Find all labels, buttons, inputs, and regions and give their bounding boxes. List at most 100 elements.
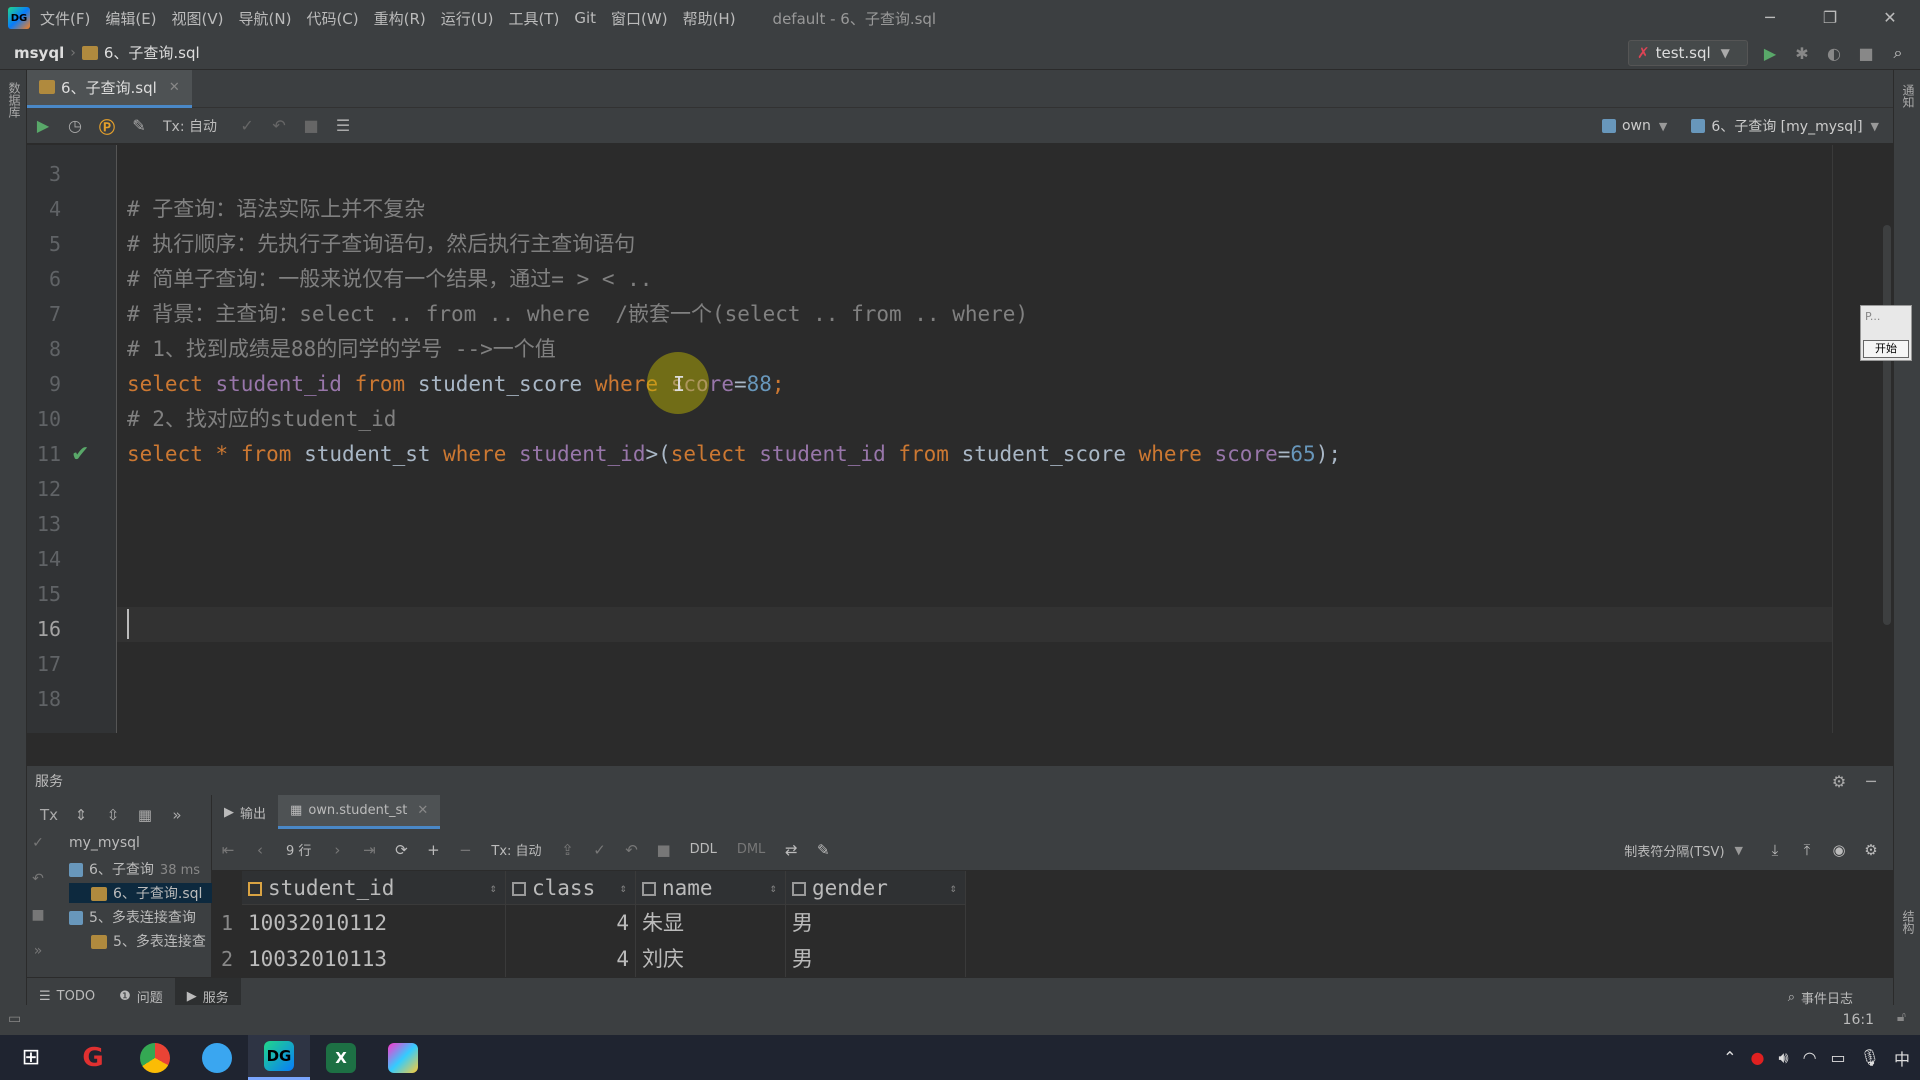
restore-icon[interactable]: ❐ <box>1800 0 1860 36</box>
cell-student-id[interactable]: 10032010112 <box>242 905 506 941</box>
cell-name[interactable]: 刘庆 <box>636 941 786 977</box>
breadcrumb-file[interactable]: 6、子查询.sql <box>104 42 200 63</box>
rollback-icon[interactable]: ↶ <box>616 841 648 859</box>
column-header-gender[interactable]: gender ⇕ <box>786 871 966 905</box>
coverage-icon[interactable]: ◐ <box>1818 44 1850 63</box>
schema-select[interactable]: own <box>1622 118 1651 134</box>
rollback-icon[interactable]: ↶ <box>27 871 49 907</box>
taskbar-chrome[interactable] <box>124 1035 186 1080</box>
tree-item-console[interactable]: 5、多表连接查 <box>69 931 212 951</box>
battery-icon[interactable]: ▭ <box>1831 1048 1846 1067</box>
sort-icon[interactable]: ⇕ <box>490 871 497 905</box>
collapse-all-icon[interactable]: ⇳ <box>97 806 129 824</box>
cell-gender[interactable]: 男 <box>786 941 966 977</box>
add-row-icon[interactable]: + <box>417 841 449 859</box>
explain-plan-icon[interactable]: Ⓟ <box>91 114 123 138</box>
cancel-icon[interactable]: ■ <box>648 841 680 859</box>
column-header-name[interactable]: name ⇕ <box>636 871 786 905</box>
tab-output[interactable]: ▶ 输出 <box>212 795 278 829</box>
transaction-mode-select[interactable]: Tx: 自动 <box>163 116 217 136</box>
export-format-select[interactable]: 制表符分隔(TSV) <box>1624 841 1724 860</box>
dml-button[interactable]: DML <box>737 842 765 857</box>
close-tab-icon[interactable]: ✕ <box>417 803 428 818</box>
breadcrumb-project[interactable]: msyql <box>14 44 64 62</box>
ime-indicator[interactable]: 中 <box>1894 1046 1910 1070</box>
settings-wrench-icon[interactable]: ✎ <box>123 116 155 135</box>
result-tx-mode-select[interactable]: Tx: 自动 <box>491 840 541 859</box>
download-icon[interactable]: ⤓ <box>1759 841 1791 859</box>
menu-view[interactable]: 视图(V) <box>172 8 224 29</box>
notifications-tool-button[interactable]: 通知 <box>1900 84 1917 108</box>
ddl-button[interactable]: DDL <box>690 842 717 857</box>
volume-icon[interactable]: 🔊︎ <box>1778 1048 1788 1068</box>
table-view-icon[interactable]: ☰ <box>327 116 359 135</box>
taskbar-excel[interactable]: X <box>310 1035 372 1080</box>
submit-icon[interactable]: ⇪ <box>552 841 584 859</box>
record-icon[interactable]: ● <box>1751 1048 1765 1067</box>
commit-icon[interactable]: ✓ <box>27 835 49 871</box>
gear-icon[interactable]: ⚙ <box>1855 841 1887 859</box>
menu-help[interactable]: 帮助(H) <box>683 8 736 29</box>
column-header-student-id[interactable]: student_id ⇕ <box>242 871 506 905</box>
stop-icon[interactable]: ■ <box>27 907 49 943</box>
cell-gender[interactable]: 男 <box>786 905 966 941</box>
debug-icon[interactable]: ✱ <box>1786 44 1818 63</box>
row-count-select[interactable]: 9 行 <box>286 840 311 859</box>
commit-icon[interactable]: ✓ <box>231 116 263 135</box>
minimize-icon[interactable]: ─ <box>1740 0 1800 36</box>
menu-git[interactable]: Git <box>574 9 596 27</box>
tree-item-session[interactable]: 5、多表连接查询 <box>69 907 212 927</box>
panel-toggle-icon[interactable]: ▭ <box>8 1011 21 1027</box>
menu-file[interactable]: 文件(F) <box>40 8 90 29</box>
history-icon[interactable]: ◷ <box>59 116 91 135</box>
start-button[interactable]: ⊞ <box>0 1035 62 1080</box>
editor-tab-subquery[interactable]: 6、子查询.sql ✕ <box>27 69 192 108</box>
hide-panel-icon[interactable]: ─ <box>1855 772 1887 791</box>
gear-icon[interactable]: ⚙ <box>1823 772 1855 791</box>
tx-button[interactable]: Tx <box>33 806 65 824</box>
taskbar-app-1[interactable]: G <box>62 1035 124 1080</box>
commit-icon[interactable]: ✓ <box>584 841 616 859</box>
cancel-icon[interactable]: ■ <box>295 116 327 135</box>
last-page-icon[interactable]: ⇥ <box>353 841 385 859</box>
sort-icon[interactable]: ⇕ <box>770 871 777 905</box>
cell-class[interactable]: 4 <box>506 941 636 977</box>
sort-icon[interactable]: ⇕ <box>950 871 957 905</box>
result-grid[interactable]: student_id ⇕ class ⇕ name ⇕ gender ⇕ 1 10032… <box>212 871 1893 977</box>
menu-code[interactable]: 代码(C) <box>306 8 358 29</box>
column-header-class[interactable]: class ⇕ <box>506 871 636 905</box>
rollback-icon[interactable]: ↶ <box>263 116 295 135</box>
compare-icon[interactable]: ⇄ <box>775 841 807 859</box>
stop-icon[interactable]: ■ <box>1850 44 1882 63</box>
more-icon[interactable]: » <box>161 806 193 824</box>
microphone-icon[interactable]: 🎙︎ <box>1860 1048 1880 1067</box>
chevron-up-icon[interactable]: ⌃ <box>1723 1048 1736 1067</box>
menu-window[interactable]: 窗口(W) <box>611 8 668 29</box>
next-page-icon[interactable]: › <box>321 841 353 859</box>
cell-name[interactable]: 朱显 <box>636 905 786 941</box>
expand-all-icon[interactable]: ⇕ <box>65 806 97 824</box>
group-icon[interactable]: ▦ <box>129 806 161 824</box>
wifi-icon[interactable]: ◠ <box>1803 1048 1817 1067</box>
run-configuration-select[interactable]: ✗ test.sql ▼ <box>1628 40 1748 66</box>
cell-student-id[interactable]: 10032010113 <box>242 941 506 977</box>
menu-run[interactable]: 运行(U) <box>441 8 494 29</box>
close-tab-icon[interactable]: ✕ <box>169 80 180 95</box>
session-select[interactable]: 6、子查询 [my_mysql] <box>1711 116 1862 136</box>
cursor-position[interactable]: 16:1 <box>1843 1005 1874 1035</box>
structure-tool-button[interactable]: 结构 <box>1900 910 1917 934</box>
pin-icon[interactable]: ✎ <box>807 841 839 859</box>
editor-scrollbar[interactable] <box>1883 225 1891 625</box>
refresh-icon[interactable]: ⟳ <box>385 841 417 859</box>
close-icon[interactable]: ✕ <box>1860 0 1920 36</box>
more-icon[interactable]: » <box>27 943 49 979</box>
lock-icon[interactable]: 🔓︎ <box>1897 1009 1906 1025</box>
delete-row-icon[interactable]: − <box>449 841 481 859</box>
menu-navigate[interactable]: 导航(N) <box>239 8 292 29</box>
tree-item-console[interactable]: 6、子查询.sql <box>69 883 212 903</box>
execute-icon[interactable]: ▶ <box>27 116 59 135</box>
menu-refactor[interactable]: 重构(R) <box>374 8 426 29</box>
taskbar-paint[interactable] <box>372 1035 434 1080</box>
tab-result-table[interactable]: ▦ own.student_st ✕ <box>278 795 441 829</box>
menu-edit[interactable]: 编辑(E) <box>105 8 156 29</box>
